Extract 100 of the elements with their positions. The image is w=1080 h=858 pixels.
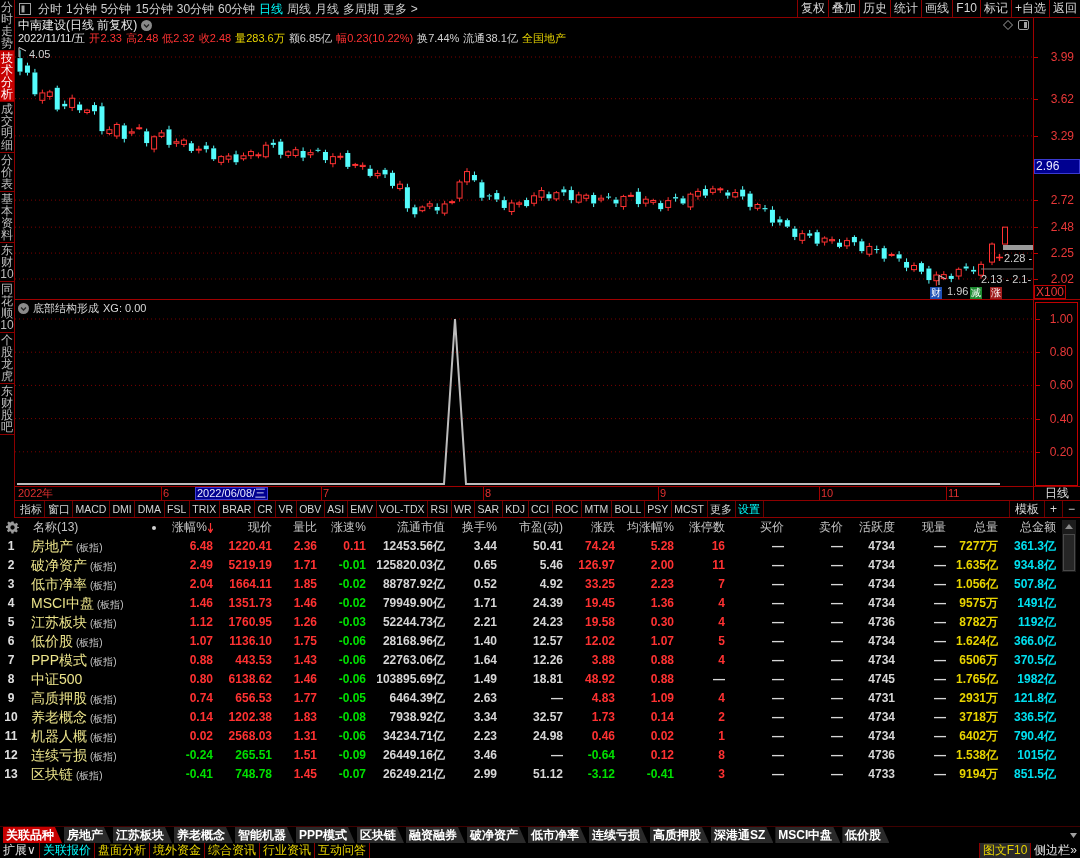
indicator-tab[interactable]: DMA [135,501,165,517]
period-tab[interactable]: 15分钟 [133,0,175,17]
related-tab[interactable]: 房地产 [64,827,111,843]
sector-name[interactable]: 机器人概 [31,728,87,745]
toolbar-button[interactable]: 历史 [859,0,891,17]
sector-name[interactable]: 破净资产 [31,557,87,574]
column-header[interactable]: 量比 [293,520,317,535]
indicator-tab[interactable]: 窗口 [45,501,73,517]
period-tab[interactable]: 分时 [36,0,64,17]
period-tab[interactable]: 1分钟 [64,0,99,17]
indicator-tab[interactable]: SAR [475,501,503,517]
sector-name[interactable]: 低价股 [31,633,73,650]
sector-name[interactable]: MSCI中盘 [31,595,94,612]
period-tab[interactable]: 周线 [285,0,314,17]
column-header[interactable]: 现价 [248,520,272,535]
sector-name[interactable]: 高质押股 [31,690,87,707]
toolbar-button[interactable]: 标记 [980,0,1011,17]
period-tab[interactable]: 30分钟 [174,0,217,17]
indicator-tab[interactable]: 更多 [707,501,736,517]
related-tab[interactable]: 破净资产 [467,827,526,843]
status-tab[interactable]: 盘面分析 [94,843,150,858]
related-tab[interactable]: MSCI中盘 [775,827,841,843]
period-tab[interactable]: 日线 [257,0,286,17]
toolbar-button[interactable]: 返回 [1049,0,1080,17]
template-button[interactable]: − [1062,501,1080,517]
period-tab[interactable]: 月线 [313,0,342,17]
related-tab[interactable]: 智能机器 [235,827,294,843]
sector-name[interactable]: 江苏板块 [31,614,87,631]
indicator-tab[interactable]: PSY [644,501,672,517]
dropdown-icon[interactable] [18,302,29,314]
sidebar-tab[interactable]: 东财股吧 [0,384,14,435]
indicator-tab[interactable]: BRAR [219,501,255,517]
period-tab[interactable]: 5分钟 [98,0,134,17]
sidebar-tab[interactable]: 基本资料 [0,192,14,243]
sector-name[interactable]: 区块链 [31,766,73,783]
related-tab[interactable]: 区块链 [357,827,404,843]
indicator-tab[interactable]: ASI [324,501,348,517]
indicator-tab[interactable]: KDJ [502,501,529,517]
status-tab[interactable]: 境外资金 [149,843,205,858]
column-header[interactable]: 均涨幅% [627,520,674,535]
sector-name[interactable]: PPP模式 [31,652,87,669]
status-button[interactable]: 侧边栏» [1030,843,1080,858]
sidebar-tab[interactable]: 成交明细 [0,102,14,153]
indicator-tab[interactable]: DMI [109,501,136,517]
column-header[interactable]: 名称(13) [33,520,79,535]
indicator-tab[interactable]: MACD [73,501,110,517]
related-tab[interactable]: 高质押股 [650,827,709,843]
scrollbar[interactable] [1062,520,1076,572]
indicator-tab[interactable]: MTM [581,501,612,517]
period-tab[interactable]: 多周期 [341,0,382,17]
column-header[interactable]: 涨停数 [689,520,725,535]
sidebar-tab[interactable]: 分时走势 [0,0,14,51]
toolbar-button[interactable]: 复权 [797,0,829,17]
status-tab[interactable]: 关联报价 [39,843,95,858]
related-tab[interactable]: 江苏板块 [113,827,172,843]
indicator-tab[interactable]: VOL-TDX [376,501,429,517]
indicator-tab[interactable]: RSI [428,501,452,517]
sidebar-tab[interactable]: 技术分析 [0,51,14,102]
sidebar-tab[interactable]: 分价表 [0,153,14,192]
status-button[interactable]: 图文F10 [978,843,1031,858]
sector-name[interactable]: 低市净率 [31,576,87,593]
indicator-tab[interactable]: MCST [671,501,708,517]
sidebar-tab[interactable]: 东财10 [0,243,14,282]
dropdown-icon[interactable] [141,19,153,31]
indicator-tab[interactable]: TRIX [189,501,220,517]
indicator-tab[interactable]: CCI [528,501,553,517]
diamond-icon[interactable] [1003,20,1013,30]
sidebar-tab[interactable]: 同花顺10 [0,282,14,333]
sector-name[interactable]: 连续亏损 [31,747,87,764]
status-tab[interactable]: 互动问答 [314,843,370,858]
template-button[interactable]: + [1043,501,1062,517]
indicator-tab[interactable]: ROC [552,501,582,517]
column-header[interactable]: 现量 [922,520,946,535]
column-header[interactable]: 卖价 [819,520,843,535]
event-marker[interactable]: 涨 [990,287,1002,299]
related-tab[interactable]: 深港通SZ [711,827,774,843]
related-tab[interactable]: 关联品种 [3,827,62,843]
toolbar-button[interactable]: 统计 [890,0,922,17]
indicator-tab[interactable]: CR [254,501,277,517]
related-tab[interactable]: 养老概念 [174,827,233,843]
period-tab[interactable]: 60分钟 [216,0,258,17]
status-tab[interactable]: 综合资讯 [204,843,260,858]
event-marker[interactable]: 减 [970,287,982,299]
column-header[interactable]: 活跃度 [859,520,895,535]
column-header[interactable]: 总量 [974,520,998,535]
event-marker[interactable]: 财 [930,287,942,299]
toolbar-button[interactable]: F10 [952,0,980,17]
column-header[interactable]: 总金额 [1020,520,1056,535]
settings-icon[interactable] [5,521,19,534]
sector-name[interactable]: 房地产 [31,538,73,555]
related-tab[interactable]: PPP模式 [296,827,355,843]
expand-button[interactable]: 扩展∨ [0,843,40,858]
related-tab[interactable]: 低价股 [842,827,890,843]
sector-name[interactable]: 中证500 [31,671,83,688]
more-menu[interactable]: 更多 > [381,0,420,17]
dropdown-icon[interactable] [1070,832,1077,838]
column-header[interactable]: 流通市值 [397,520,445,535]
toolbar-button[interactable]: 叠加 [828,0,860,17]
related-tab[interactable]: 连续亏损 [589,827,648,843]
sidebar-tab[interactable]: 个股龙虎 [0,333,14,384]
